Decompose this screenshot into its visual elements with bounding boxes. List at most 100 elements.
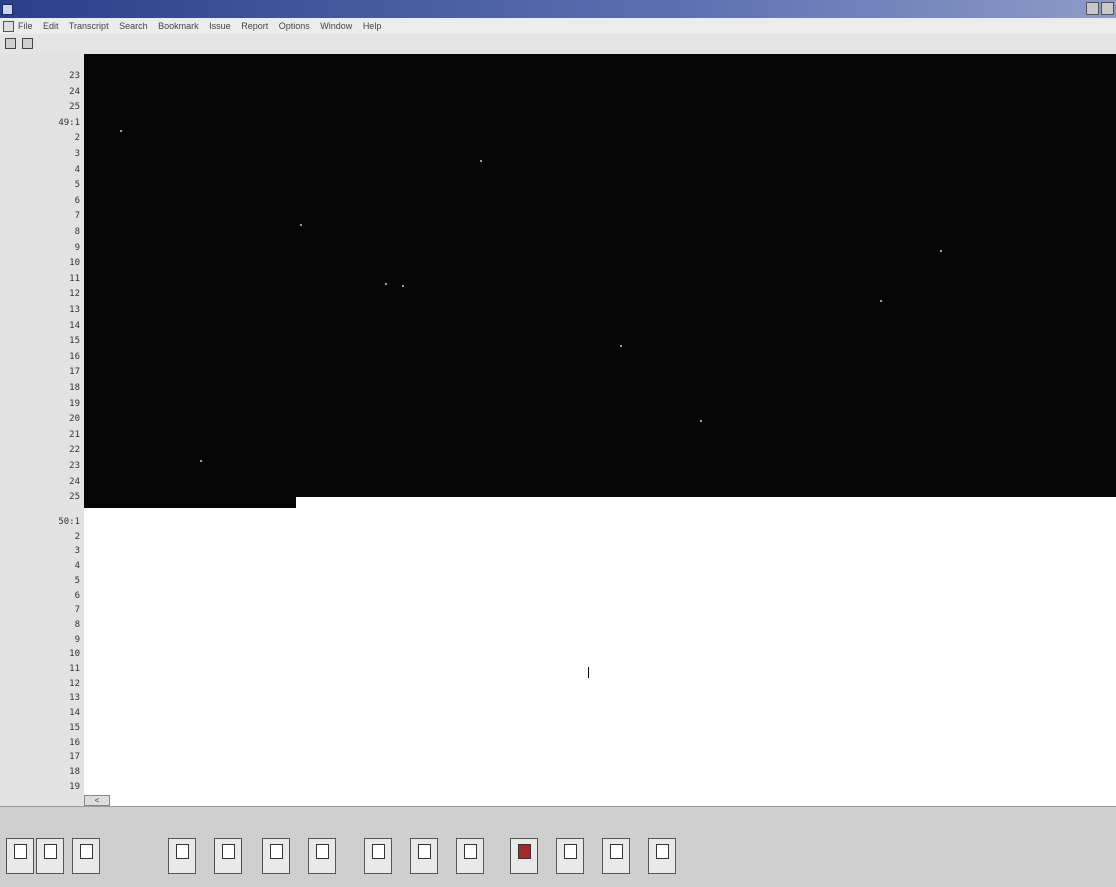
transcript-line-number: 4 bbox=[74, 561, 80, 572]
noise-speck bbox=[940, 250, 942, 252]
upper-line-number: 18 bbox=[69, 383, 80, 393]
noise-speck bbox=[385, 283, 387, 285]
upper-line-number: 13 bbox=[69, 305, 80, 315]
toolbar-button-label bbox=[411, 861, 437, 875]
upper-line-number: 3 bbox=[74, 149, 80, 159]
toolbar-button-label bbox=[169, 861, 195, 875]
toolbar-button[interactable] bbox=[168, 838, 196, 874]
transcript-line-number: 16 bbox=[69, 737, 80, 748]
menu-issue[interactable]: Issue bbox=[209, 21, 231, 31]
tag-icon bbox=[609, 844, 623, 859]
flag-icon[interactable] bbox=[22, 38, 33, 49]
toolbar-button-label bbox=[7, 861, 33, 875]
toolbar-button-label bbox=[37, 861, 63, 875]
toolbar-button[interactable] bbox=[456, 838, 484, 874]
upper-line-number: 25 bbox=[69, 102, 80, 113]
upper-line-number: 15 bbox=[69, 336, 80, 347]
transcript-line-number: 2 bbox=[74, 531, 80, 542]
upper-line-number: 12 bbox=[69, 289, 80, 300]
user-icon bbox=[43, 844, 57, 859]
toolbar-button[interactable] bbox=[556, 838, 584, 874]
toolbar-button[interactable] bbox=[510, 838, 538, 874]
transcript-line-number: 15 bbox=[69, 722, 80, 733]
toolbar-button-label bbox=[649, 861, 675, 875]
upper-line-number: 19 bbox=[69, 398, 80, 409]
transcript-line-number: 9 bbox=[74, 634, 80, 645]
menu-options[interactable]: Options bbox=[279, 21, 310, 31]
link-icon bbox=[563, 844, 577, 859]
transcript-line-number: 10 bbox=[69, 649, 80, 660]
noise-speck bbox=[880, 300, 882, 302]
close-button[interactable] bbox=[1101, 2, 1114, 15]
toolbar-button[interactable] bbox=[648, 838, 676, 874]
save-icon[interactable] bbox=[5, 38, 16, 49]
minimize-button[interactable] bbox=[1086, 2, 1099, 15]
toolbar-button[interactable] bbox=[308, 838, 336, 874]
upper-line-number: 5 bbox=[74, 180, 80, 191]
upper-line-number: 24 bbox=[69, 86, 80, 97]
upper-line-number: 23 bbox=[69, 461, 80, 471]
search-icon bbox=[315, 844, 329, 859]
realtime-pane[interactable] bbox=[84, 54, 1116, 497]
transcript-line-number: 50:1 bbox=[58, 517, 80, 527]
transcript-line-number: 17 bbox=[69, 752, 80, 763]
scroll-left-button[interactable]: < bbox=[84, 795, 110, 806]
menu-transcript[interactable]: Transcript bbox=[69, 21, 109, 31]
transcript-line-number: 5 bbox=[74, 575, 80, 586]
transcript-line-number: 8 bbox=[74, 619, 80, 630]
toolbar-button-label bbox=[215, 861, 241, 875]
transcript-line-number: 19 bbox=[69, 781, 80, 792]
stamp-icon bbox=[517, 844, 531, 859]
menu-items: File Edit Transcript Search Bookmark Iss… bbox=[18, 18, 389, 34]
upper-line-number: 23 bbox=[69, 71, 80, 81]
menu-edit[interactable]: Edit bbox=[43, 21, 59, 31]
toolbar-button[interactable] bbox=[72, 838, 100, 874]
toolbar-button-label bbox=[557, 861, 583, 875]
toolbar-button[interactable] bbox=[602, 838, 630, 874]
menu-help[interactable]: Help bbox=[363, 21, 382, 31]
toolbar-button[interactable] bbox=[364, 838, 392, 874]
toolbar-button[interactable] bbox=[214, 838, 242, 874]
transcript-line-number: 11 bbox=[69, 664, 80, 674]
menu-file[interactable]: File bbox=[18, 21, 33, 31]
menu-report[interactable]: Report bbox=[241, 21, 268, 31]
menu-search[interactable]: Search bbox=[119, 21, 148, 31]
user-icon bbox=[79, 844, 93, 859]
toolbar-button[interactable] bbox=[262, 838, 290, 874]
noise-speck bbox=[620, 345, 622, 347]
upper-line-number: 9 bbox=[74, 242, 80, 253]
menu-window[interactable]: Window bbox=[320, 21, 352, 31]
menu-bookmark[interactable]: Bookmark bbox=[158, 21, 199, 31]
upper-line-number: 4 bbox=[74, 164, 80, 175]
transcript-line-number: 3 bbox=[74, 546, 80, 557]
upper-line-number: 25 bbox=[69, 492, 80, 503]
transcript-line-number: 12 bbox=[69, 678, 80, 689]
toolbar-button[interactable] bbox=[36, 838, 64, 874]
toolbar-button[interactable] bbox=[410, 838, 438, 874]
toolbar-button-label bbox=[457, 861, 483, 875]
app-icon[interactable] bbox=[2, 4, 13, 15]
toolbar-button-label bbox=[365, 861, 391, 875]
toolbar-button[interactable] bbox=[6, 838, 34, 874]
noise-speck bbox=[300, 224, 302, 226]
toolbar-button-label bbox=[263, 861, 289, 875]
transcript-line-number: 7 bbox=[74, 605, 80, 616]
system-menu-icon[interactable] bbox=[3, 21, 14, 32]
top-toolbar bbox=[0, 34, 1116, 55]
transcript-line-number: 13 bbox=[69, 693, 80, 704]
toolbar-button-label bbox=[511, 861, 537, 875]
search-icon bbox=[221, 844, 235, 859]
noise-speck bbox=[120, 130, 122, 132]
search-icon bbox=[175, 844, 189, 859]
realtime-pane-edge bbox=[84, 497, 296, 508]
noise-speck bbox=[402, 285, 404, 287]
transcript-pane[interactable] bbox=[84, 497, 1116, 806]
toolbar-button-label bbox=[73, 861, 99, 875]
upper-line-number: 22 bbox=[69, 445, 80, 456]
upper-line-number: 14 bbox=[69, 320, 80, 331]
upper-line-number: 49:1 bbox=[58, 117, 80, 128]
upper-line-number: 17 bbox=[69, 367, 80, 378]
title-bar bbox=[0, 0, 1116, 18]
toolbar-button-label bbox=[309, 861, 335, 875]
document-icon bbox=[13, 844, 27, 859]
